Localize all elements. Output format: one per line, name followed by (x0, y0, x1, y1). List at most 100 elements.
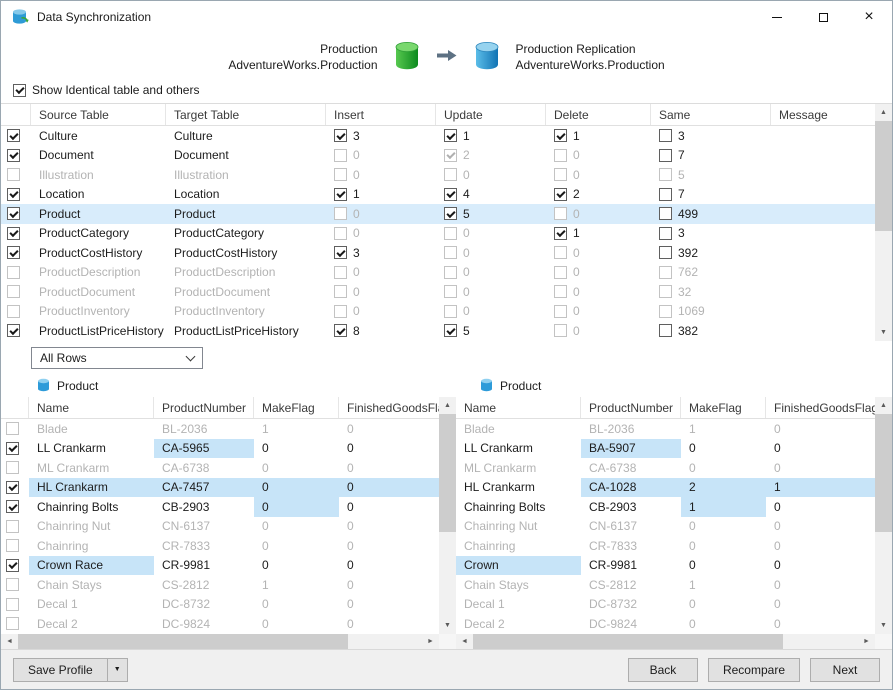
column-header[interactable]: Delete (546, 104, 651, 125)
delete-checkbox[interactable] (554, 246, 567, 259)
scrollbar-thumb[interactable] (875, 121, 892, 231)
insert-checkbox[interactable] (334, 266, 347, 279)
column-header[interactable]: Name (456, 397, 581, 418)
scroll-down-icon[interactable]: ▼ (875, 617, 892, 634)
show-identical-checkbox[interactable] (13, 84, 26, 97)
scroll-up-icon[interactable]: ▲ (875, 104, 892, 121)
data-row[interactable]: ML CrankarmCA-673800 (456, 458, 875, 478)
delete-checkbox[interactable] (554, 227, 567, 240)
data-row[interactable]: LL CrankarmCA-596500 (1, 439, 439, 459)
insert-checkbox[interactable] (334, 149, 347, 162)
update-checkbox[interactable] (444, 168, 457, 181)
data-row[interactable]: Chainring NutCN-613700 (456, 517, 875, 537)
row-select-checkbox[interactable] (6, 422, 19, 435)
insert-checkbox[interactable] (334, 324, 347, 337)
recompare-button[interactable]: Recompare (708, 658, 800, 682)
table-row[interactable]: CultureCulture3113 (1, 126, 875, 146)
same-checkbox[interactable] (659, 188, 672, 201)
column-header[interactable]: Message (771, 104, 875, 125)
source-grid-hscrollbar[interactable]: ◄ ► (1, 634, 439, 649)
next-button[interactable]: Next (810, 658, 880, 682)
data-row[interactable]: Decal 2DC-982400 (1, 614, 439, 634)
data-row[interactable]: Crown RaceCR-998100 (1, 556, 439, 576)
column-header[interactable]: Source Table (31, 104, 166, 125)
table-row[interactable]: ProductDocumentProductDocument00032 (1, 282, 875, 302)
data-row[interactable]: Chain StaysCS-281210 (456, 575, 875, 595)
table-row[interactable]: IllustrationIllustration0005 (1, 165, 875, 185)
scrollbar-thumb[interactable] (473, 634, 783, 649)
scrollbar-track[interactable] (875, 121, 892, 324)
scroll-left-icon[interactable]: ◄ (456, 634, 473, 649)
scroll-down-icon[interactable]: ▼ (875, 324, 892, 341)
maximize-button[interactable] (800, 1, 846, 33)
column-header[interactable]: ProductNumber (581, 397, 681, 418)
table-row[interactable]: ProductDescriptionProductDescription0007… (1, 263, 875, 283)
same-checkbox[interactable] (659, 149, 672, 162)
update-checkbox[interactable] (444, 305, 457, 318)
row-select-checkbox[interactable] (6, 461, 19, 474)
row-select-checkbox[interactable] (6, 559, 19, 572)
row-select-checkbox[interactable] (7, 266, 20, 279)
scroll-up-icon[interactable]: ▲ (439, 397, 456, 414)
row-select-checkbox[interactable] (7, 129, 20, 142)
insert-checkbox[interactable] (334, 246, 347, 259)
scroll-right-icon[interactable]: ► (858, 634, 875, 649)
update-checkbox[interactable] (444, 129, 457, 142)
data-row[interactable]: Decal 1DC-873200 (1, 595, 439, 615)
update-checkbox[interactable] (444, 324, 457, 337)
scroll-right-icon[interactable]: ► (422, 634, 439, 649)
update-checkbox[interactable] (444, 246, 457, 259)
scrollbar-thumb[interactable] (439, 414, 456, 532)
scroll-down-icon[interactable]: ▼ (439, 617, 456, 634)
insert-checkbox[interactable] (334, 227, 347, 240)
data-row[interactable]: Chainring NutCN-613700 (1, 517, 439, 537)
insert-checkbox[interactable] (334, 305, 347, 318)
same-checkbox[interactable] (659, 285, 672, 298)
column-header[interactable]: FinishedGoodsFlag (766, 397, 875, 418)
insert-checkbox[interactable] (334, 207, 347, 220)
update-checkbox[interactable] (444, 188, 457, 201)
save-profile-dropdown-button[interactable]: ▼ (107, 658, 128, 682)
scrollbar-track[interactable] (875, 414, 892, 617)
row-select-checkbox[interactable] (6, 598, 19, 611)
rows-filter-dropdown[interactable]: All Rows (31, 347, 203, 369)
delete-checkbox[interactable] (554, 305, 567, 318)
delete-checkbox[interactable] (554, 266, 567, 279)
update-checkbox[interactable] (444, 266, 457, 279)
column-header[interactable]: Update (436, 104, 546, 125)
row-select-checkbox[interactable] (6, 442, 19, 455)
data-row[interactable]: CrownCR-998100 (456, 556, 875, 576)
row-select-checkbox[interactable] (6, 617, 19, 630)
data-row[interactable]: Chainring BoltsCB-290310 (456, 497, 875, 517)
data-row[interactable]: Decal 2DC-982400 (456, 614, 875, 634)
row-select-checkbox[interactable] (7, 324, 20, 337)
close-button[interactable]: × (846, 1, 892, 33)
same-checkbox[interactable] (659, 168, 672, 181)
same-checkbox[interactable] (659, 266, 672, 279)
insert-checkbox[interactable] (334, 168, 347, 181)
delete-checkbox[interactable] (554, 285, 567, 298)
insert-checkbox[interactable] (334, 285, 347, 298)
delete-checkbox[interactable] (554, 168, 567, 181)
same-checkbox[interactable] (659, 207, 672, 220)
row-select-checkbox[interactable] (6, 481, 19, 494)
data-row[interactable]: Chainring BoltsCB-290300 (1, 497, 439, 517)
back-button[interactable]: Back (628, 658, 698, 682)
row-select-checkbox[interactable] (7, 168, 20, 181)
same-checkbox[interactable] (659, 324, 672, 337)
update-checkbox[interactable] (444, 285, 457, 298)
row-select-checkbox[interactable] (6, 578, 19, 591)
select-all-header[interactable] (1, 397, 29, 418)
update-checkbox[interactable] (444, 207, 457, 220)
insert-checkbox[interactable] (334, 188, 347, 201)
select-all-header[interactable] (1, 104, 31, 125)
column-header[interactable]: MakeFlag (681, 397, 766, 418)
target-grid-hscrollbar[interactable]: ◄ ► (456, 634, 875, 649)
row-select-checkbox[interactable] (7, 305, 20, 318)
same-checkbox[interactable] (659, 129, 672, 142)
column-header[interactable]: Same (651, 104, 771, 125)
row-select-checkbox[interactable] (6, 539, 19, 552)
table-row[interactable]: ProductCostHistoryProductCostHistory3003… (1, 243, 875, 263)
scroll-left-icon[interactable]: ◄ (1, 634, 18, 649)
table-row[interactable]: DocumentDocument0207 (1, 146, 875, 166)
